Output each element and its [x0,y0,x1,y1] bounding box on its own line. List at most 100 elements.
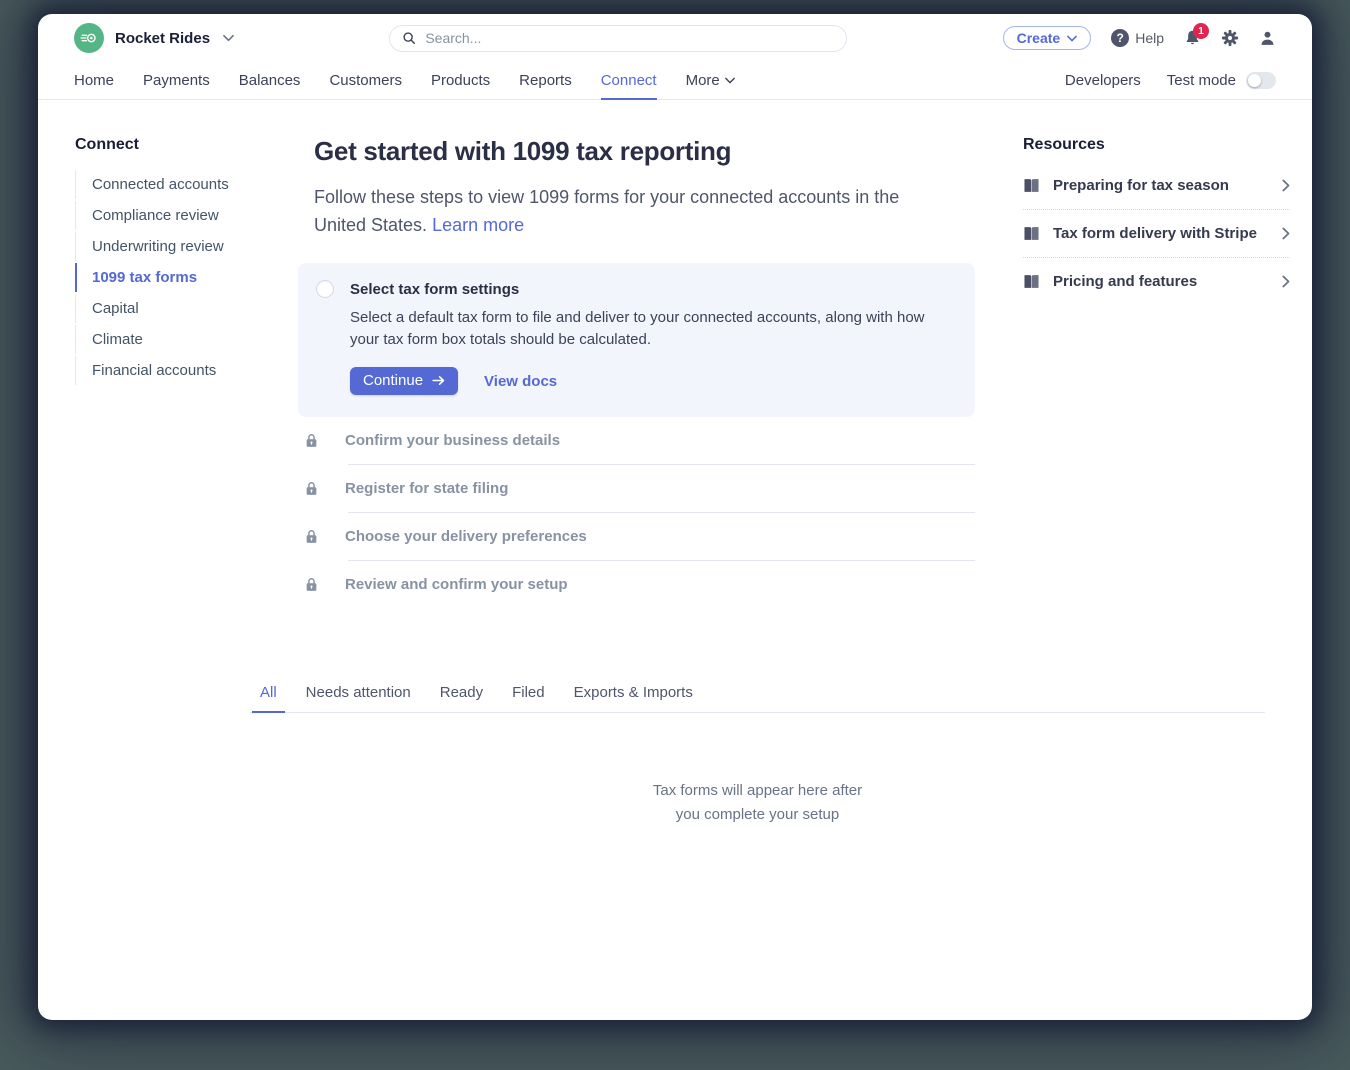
chevron-right-icon [1282,275,1290,288]
topbar-actions: Create ? Help 1 [1002,23,1276,50]
empty-state-message: Tax forms will appear here after you com… [250,779,1265,827]
top-bar: Rocket Rides Search... Create ? Help 1 [38,14,1312,62]
locked-step-review-setup: Review and confirm your setup [298,561,975,608]
continue-button[interactable]: Continue [350,367,459,395]
connect-sidebar: Connect Connected accounts Compliance re… [75,136,260,608]
settings-button[interactable] [1221,29,1239,47]
resource-label: Preparing for tax season [1053,177,1229,194]
empty-state-line2: you complete your setup [675,806,840,823]
tab-exports-imports[interactable]: Exports & Imports [574,684,693,701]
nav-item-reports[interactable]: Reports [519,62,572,99]
create-button-label: Create [1016,30,1061,46]
sidebar-title: Connect [75,136,139,153]
locked-step-title: Choose your delivery preferences [345,528,587,545]
book-icon [1023,226,1040,241]
locked-step-business-details: Confirm your business details [298,417,975,464]
page-title: Get started with 1099 tax reporting [314,136,732,166]
tab-all[interactable]: All [252,684,285,713]
book-icon [1023,178,1040,193]
sidebar-item-connected-accounts[interactable]: Connected accounts [75,170,260,199]
rocket-rides-logo-icon [80,33,96,43]
sidebar-item-underwriting-review[interactable]: Underwriting review [75,232,260,261]
active-step-header: Select tax form settings [316,280,957,298]
resource-preparing-for-tax-season[interactable]: Preparing for tax season [1023,162,1290,210]
locked-step-title: Review and confirm your setup [345,576,568,593]
account-name: Rocket Rides [115,29,211,47]
resource-label: Tax form delivery with Stripe [1053,225,1257,242]
sidebar-item-compliance-review[interactable]: Compliance review [75,201,260,230]
nav-item-payments[interactable]: Payments [143,62,210,99]
learn-more-link[interactable]: Learn more [432,215,524,235]
nav-item-customers[interactable]: Customers [329,62,402,99]
resource-label: Pricing and features [1053,273,1198,290]
nav-right: Developers Test mode [1065,62,1276,99]
tab-ready[interactable]: Ready [440,684,483,701]
search-container: Search... [234,24,1003,52]
nav-item-more[interactable]: More [686,62,735,99]
person-icon [1261,31,1274,45]
locked-step-title: Confirm your business details [345,432,561,449]
tab-filed[interactable]: Filed [512,684,545,701]
nav-item-connect[interactable]: Connect [600,62,657,100]
resources-title: Resources [1023,136,1105,153]
nav-item-balances[interactable]: Balances [239,62,301,99]
nav-item-developers[interactable]: Developers [1065,72,1141,89]
active-step-actions: Continue View docs [350,367,957,395]
active-step-description: Select a default tax form to file and de… [350,309,925,348]
nav-item-home[interactable]: Home [74,62,114,99]
page-subtitle: Follow these steps to view 1099 forms fo… [314,183,956,239]
profile-button[interactable] [1259,30,1276,47]
nav-items: Home Payments Balances Customers Product… [74,62,735,100]
main-column: Get started with 1099 tax reporting Foll… [298,136,975,608]
test-mode-control: Test mode [1167,72,1276,89]
tax-forms-section: All Needs attention Ready Filed Exports … [250,684,1265,827]
locked-step-delivery-preferences: Choose your delivery preferences [298,513,975,560]
book-icon [1023,274,1040,289]
resources-panel: Resources Preparing for tax season Tax f… [1023,136,1290,608]
resource-pricing-and-features[interactable]: Pricing and features [1023,258,1290,305]
help-button[interactable]: ? Help [1111,29,1164,47]
subtitle-text: Follow these steps to view 1099 forms fo… [314,187,900,235]
lock-icon [294,433,328,448]
account-switcher[interactable]: Rocket Rides [74,23,234,53]
sidebar-item-climate[interactable]: Climate [75,325,260,354]
sidebar-list: Connected accounts Compliance review Und… [75,170,260,385]
main-nav: Home Payments Balances Customers Product… [38,62,1312,100]
content-area: Connect Connected accounts Compliance re… [38,100,1312,608]
chevron-down-icon [223,34,234,42]
create-button[interactable]: Create [1002,26,1092,50]
chevron-down-icon [724,77,735,84]
chevron-right-icon [1282,227,1290,240]
locked-steps: Confirm your business details Register f… [298,417,975,608]
step-radio-icon[interactable] [316,280,334,298]
active-step-card: Select tax form settings Select a defaul… [298,263,975,417]
help-label: Help [1135,30,1164,46]
notifications-button[interactable]: 1 [1184,23,1209,47]
sidebar-item-capital[interactable]: Capital [75,294,260,323]
gear-icon [1221,29,1239,47]
nav-item-products[interactable]: Products [431,62,490,99]
continue-button-label: Continue [363,372,424,389]
tab-needs-attention[interactable]: Needs attention [306,684,411,701]
test-mode-label: Test mode [1166,72,1236,89]
empty-state-line1: Tax forms will appear here after [652,782,863,799]
search-icon [403,32,416,44]
chevron-down-icon [1067,35,1078,41]
locked-step-state-filing: Register for state filing [298,465,975,512]
test-mode-toggle[interactable] [1246,72,1276,89]
sidebar-item-1099-tax-forms[interactable]: 1099 tax forms [75,263,260,292]
help-icon: ? [1111,29,1130,47]
resource-tax-form-delivery[interactable]: Tax form delivery with Stripe [1023,210,1290,258]
dashboard-window: Rocket Rides Search... Create ? Help 1 H… [38,14,1312,1020]
lock-icon [294,577,328,592]
search-placeholder: Search... [425,30,482,46]
search-input[interactable]: Search... [389,24,848,52]
view-docs-link[interactable]: View docs [484,373,557,390]
notification-badge: 1 [1193,23,1209,39]
lock-icon [294,529,328,544]
chevron-right-icon [1282,179,1290,192]
tax-forms-tabbar: All Needs attention Ready Filed Exports … [250,684,1265,713]
locked-step-title: Register for state filing [345,480,509,497]
sidebar-item-financial-accounts[interactable]: Financial accounts [75,356,260,385]
active-step-title: Select tax form settings [350,280,520,298]
